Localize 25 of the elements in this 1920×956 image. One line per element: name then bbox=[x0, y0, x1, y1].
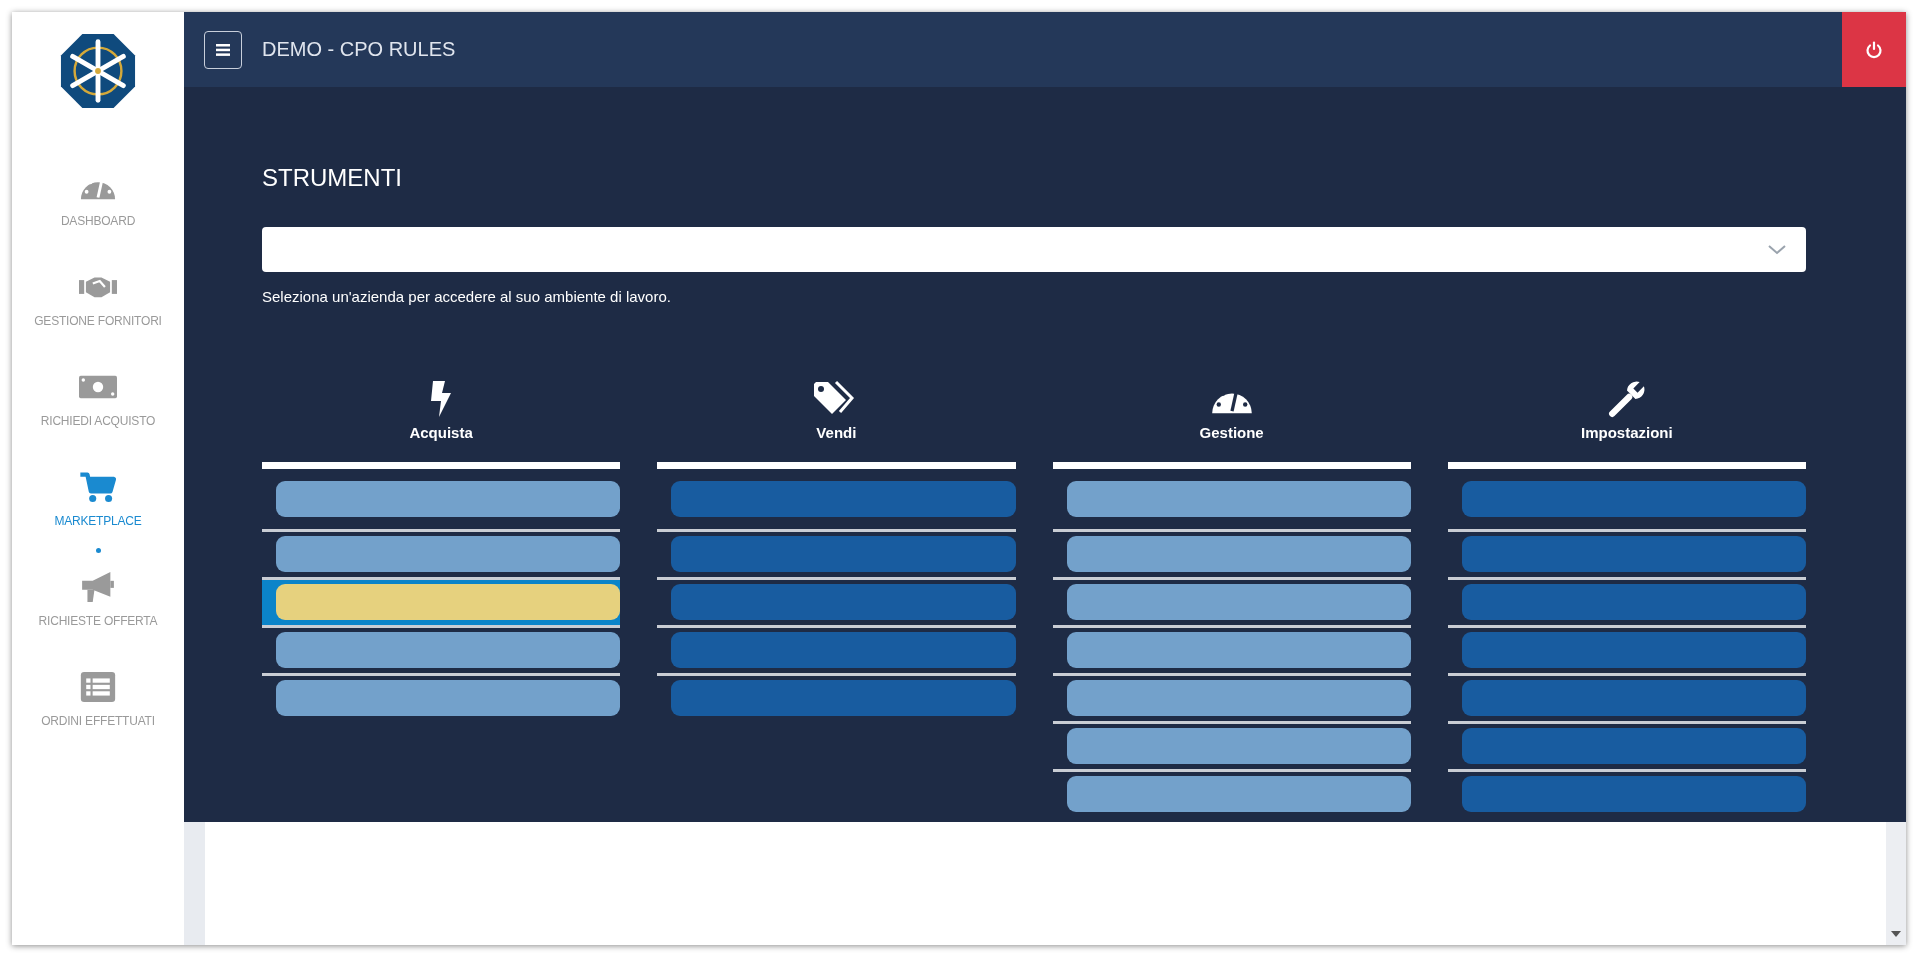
scroll-down-icon bbox=[1891, 931, 1901, 937]
help-text: Seleziona un'azienda per accedere al suo ambiente di lavoro. bbox=[262, 288, 672, 305]
bolt-icon bbox=[429, 380, 454, 418]
sidebar-item[interactable]: RICHIESTE OFFERTA bbox=[38, 572, 158, 672]
column-title: Gestione bbox=[1199, 424, 1264, 441]
sidebar-item[interactable]: GESTIONE FORNITORI bbox=[34, 272, 162, 372]
app-title: DEMO - CPO RULES bbox=[262, 38, 457, 61]
megaphone-icon bbox=[79, 572, 117, 602]
column-title: Impostazioni bbox=[1581, 424, 1673, 441]
power-icon bbox=[1865, 40, 1883, 59]
scrollbar[interactable] bbox=[1886, 822, 1906, 945]
list-icon bbox=[79, 672, 117, 702]
sidebar-item[interactable]: ORDINI EFFETTUATI bbox=[41, 672, 155, 772]
sidebar-item[interactable]: DASHBOARD bbox=[60, 172, 136, 272]
chevron-down-icon bbox=[1768, 244, 1786, 255]
page-title: STRUMENTI bbox=[262, 164, 403, 192]
logo-icon bbox=[59, 32, 137, 110]
cart-icon bbox=[79, 472, 117, 502]
menu-button[interactable] bbox=[204, 30, 242, 69]
sidebar-item[interactable]: RICHIEDI ACQUISTO bbox=[40, 372, 156, 472]
active-dot bbox=[95, 548, 101, 553]
column-title: Vendi bbox=[816, 424, 857, 441]
sidebar-item[interactable]: MARKETPLACE bbox=[54, 472, 142, 572]
column-title: Acquista bbox=[409, 424, 473, 441]
menu-icon bbox=[216, 43, 230, 56]
